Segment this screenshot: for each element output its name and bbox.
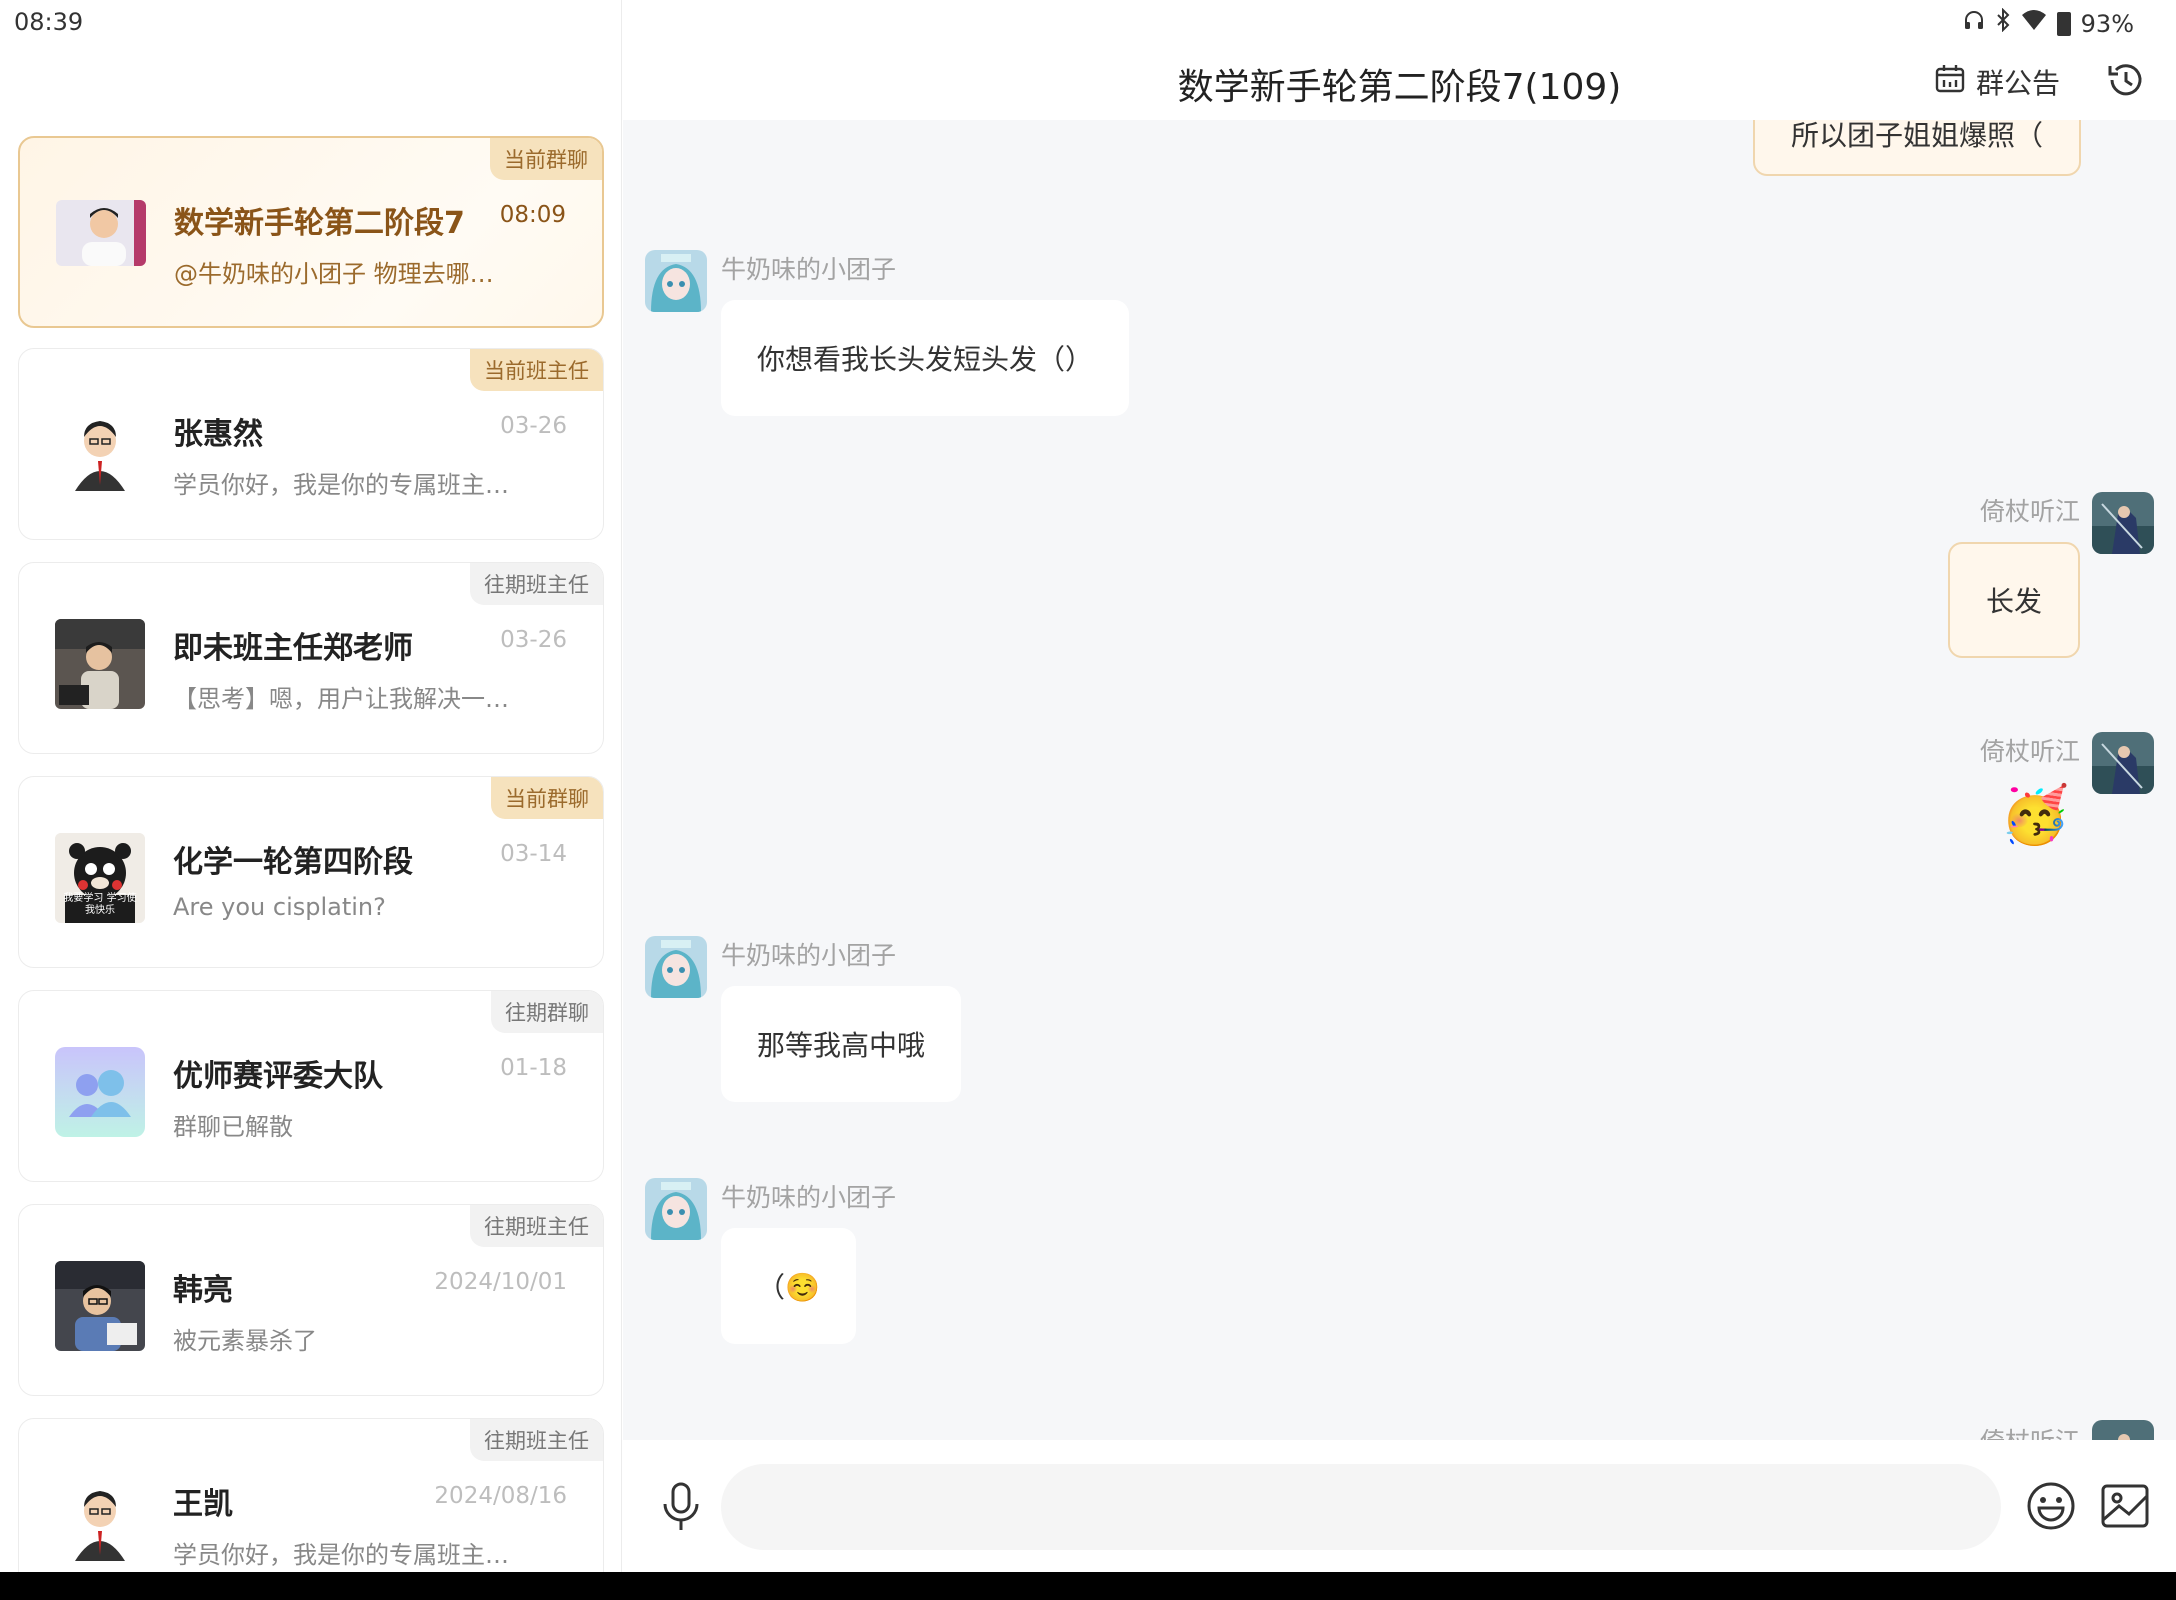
conversation-item[interactable]: 往期班主任 韩亮 2024/10/01 被元素暴杀了 <box>18 1204 604 1396</box>
bluetooth-icon <box>1995 7 2011 39</box>
conversation-time: 2024/08/16 <box>434 1483 567 1509</box>
sender-name: 倚杖听江 <box>1979 737 2080 766</box>
message-bubble: （☺️ <box>721 1228 856 1344</box>
conversation-tag: 当前群聊 <box>490 138 602 180</box>
avatar <box>645 250 707 312</box>
sender-name: 倚杖听江 <box>1980 1422 2080 1440</box>
sender-name: 牛奶味的小团子 <box>721 255 897 284</box>
conversation-item[interactable]: 往期班主任 王凯 2024/08/16 学员你好，我是你的专属班主… <box>18 1418 604 1572</box>
conversation-time: 01-18 <box>500 1055 567 1081</box>
message-list[interactable]: 所以团子姐姐爆照（ 牛奶味的小团子 你想看我长头发短头发（） 倚杖听江 长发 倚… <box>623 120 2176 1440</box>
input-bar <box>623 1440 2176 1572</box>
message-bubble: 长发 <box>1947 542 2080 658</box>
conversation-item[interactable]: 当前群聊 数学新手轮第二阶段7 08:09 @牛奶味的小团子 物理去哪… <box>18 136 604 328</box>
message-bubble: 那等我高中哦 <box>721 986 962 1102</box>
conversation-time: 03-26 <box>500 627 567 653</box>
calendar-icon <box>1934 63 1966 102</box>
avatar <box>55 619 145 709</box>
avatar <box>2092 492 2154 554</box>
avatar <box>55 1475 145 1565</box>
chat-header: 93% 数学新手轮第二阶段7(109) 群公告 <box>623 0 2176 120</box>
conversation-preview: 学员你好，我是你的专属班主… <box>173 471 509 499</box>
group-notice-label: 群公告 <box>1975 67 2060 100</box>
emoji-icon[interactable] <box>2023 1478 2079 1534</box>
message-bubble: 所以团子姐姐爆照（ <box>1753 120 2082 176</box>
conversation-tag: 往期群聊 <box>491 991 603 1033</box>
conversation-name: 化学一轮第四阶段 <box>173 845 413 880</box>
conversation-preview: Are you cisplatin? <box>173 893 386 921</box>
conversation-tag: 往期班主任 <box>470 1419 603 1461</box>
group-avatar <box>55 1047 145 1137</box>
history-icon[interactable] <box>2106 60 2146 100</box>
conversation-preview: 被元素暴杀了 <box>173 1327 317 1355</box>
microphone-icon[interactable] <box>653 1478 709 1534</box>
sender-name: 倚杖听江 <box>1979 497 2080 526</box>
conversation-preview: 【思考】嗯，用户让我解决一… <box>173 685 509 713</box>
chat-panel: 93% 数学新手轮第二阶段7(109) 群公告 所以团子姐姐爆照（ 牛奶味的小团… <box>623 0 2176 1572</box>
avatar <box>2092 1420 2154 1440</box>
message-input[interactable] <box>721 1464 2001 1550</box>
conversation-preview: 群聊已解散 <box>173 1113 293 1141</box>
app-screen: 08:39 当前群聊 数学新手轮第二阶段7 08:09 @牛奶味的小团子 物理去… <box>0 0 2176 1572</box>
conversation-item[interactable]: 当前班主任 张惠然 03-26 学员你好，我是你的专属班主… <box>18 348 604 540</box>
conversation-preview: @牛奶味的小团子 物理去哪… <box>174 260 494 288</box>
group-notice-button[interactable]: 群公告 <box>1934 62 2060 102</box>
conversation-name: 即未班主任郑老师 <box>173 631 413 666</box>
image-icon[interactable] <box>2097 1478 2153 1534</box>
conversation-time: 03-14 <box>500 841 567 867</box>
conversation-name: 优师赛评委大队 <box>173 1059 383 1094</box>
conversation-preview: 学员你好，我是你的专属班主… <box>173 1541 509 1569</box>
conversation-item[interactable]: 当前群聊 我要学习 学习使我快乐 化学一轮第四阶段 03-14 Are you … <box>18 776 604 968</box>
avatar <box>645 1178 707 1240</box>
battery-percent: 93% <box>2080 9 2134 38</box>
conversation-name: 数学新手轮第二阶段7 <box>174 206 465 241</box>
conversation-tag: 往期班主任 <box>470 1205 603 1247</box>
wifi-icon <box>2021 9 2047 38</box>
avatar <box>55 1261 145 1351</box>
avatar <box>645 936 707 998</box>
conversation-tag: 往期班主任 <box>470 563 603 605</box>
avatar <box>56 200 146 266</box>
sender-name: 牛奶味的小团子 <box>721 941 897 970</box>
avatar <box>2092 732 2154 794</box>
conversation-tag: 当前班主任 <box>470 349 603 391</box>
conversation-time: 2024/10/01 <box>434 1269 567 1295</box>
conversation-time: 08:09 <box>499 202 566 228</box>
avatar <box>55 405 145 495</box>
battery-icon <box>2056 11 2071 36</box>
conversation-tag: 当前群聊 <box>491 777 603 819</box>
conversation-list: 08:39 当前群聊 数学新手轮第二阶段7 08:09 @牛奶味的小团子 物理去… <box>0 0 622 1572</box>
message-bubble: 你想看我长头发短头发（） <box>721 300 1130 416</box>
party-emoji: 🥳 <box>2000 783 2070 848</box>
conversation-name: 韩亮 <box>173 1273 233 1308</box>
status-time: 08:39 <box>14 8 84 36</box>
sender-name: 牛奶味的小团子 <box>721 1183 897 1212</box>
avatar: 我要学习 学习使我快乐 <box>55 833 145 923</box>
status-icons: 93% <box>1963 7 2134 39</box>
conversation-item[interactable]: 往期班主任 即未班主任郑老师 03-26 【思考】嗯，用户让我解决一… <box>18 562 604 754</box>
conversation-name: 张惠然 <box>173 417 263 452</box>
conversation-item[interactable]: 往期群聊 优师赛评委大队 01-18 群聊已解散 <box>18 990 604 1182</box>
conversation-time: 03-26 <box>500 413 567 439</box>
conversation-name: 王凯 <box>173 1487 233 1522</box>
headphones-icon <box>1963 9 1985 38</box>
avatar-caption: 我要学习 学习使我快乐 <box>63 893 137 916</box>
